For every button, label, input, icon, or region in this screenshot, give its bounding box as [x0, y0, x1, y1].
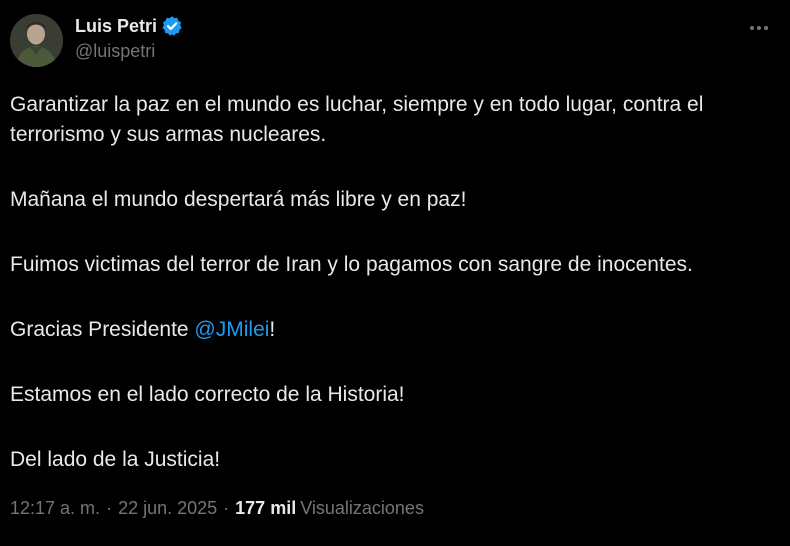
meta-separator: ·	[223, 498, 230, 518]
tweet-card: Luis Petri @luispetri Garantizar la paz …	[0, 0, 790, 546]
author-handle[interactable]: @luispetri	[75, 41, 155, 62]
author-name-row: Luis Petri	[75, 14, 183, 38]
tweet-paragraph: Mañana el mundo despertará más libre y e…	[10, 188, 467, 211]
verified-badge-icon	[161, 15, 183, 37]
tweet-paragraph: Del lado de la Justicia!	[10, 448, 221, 471]
tweet-time[interactable]: 12:17 a. m.	[10, 498, 100, 519]
thanks-suffix: !	[269, 318, 276, 341]
tweet-paragraph-thanks: Gracias Presidente @JMilei!	[10, 315, 780, 345]
avatar-image	[10, 14, 63, 67]
views-count: 177 mil	[235, 498, 297, 518]
tweet-paragraph: Fuimos victimas del terror de Iran y lo …	[10, 253, 693, 276]
mention-link[interactable]: @JMilei	[194, 318, 269, 341]
more-options-icon[interactable]	[744, 16, 774, 40]
views-label: Visualizaciones	[300, 498, 424, 518]
tweet-date[interactable]: 22 jun. 2025	[118, 498, 217, 519]
tweet-text: Garantizar la paz en el mundo es luchar,…	[10, 90, 780, 510]
tweet-meta: 12:17 a. m. · 22 jun. 2025 · 177 mil Vis…	[10, 498, 424, 519]
tweet-paragraph: Estamos en el lado correcto de la Histor…	[10, 383, 405, 406]
author-display-name[interactable]: Luis Petri	[75, 16, 157, 37]
meta-separator: ·	[106, 498, 113, 518]
avatar[interactable]	[10, 14, 63, 67]
thanks-prefix: Gracias Presidente	[10, 318, 195, 341]
tweet-paragraph: Garantizar la paz en el mundo es luchar,…	[10, 93, 704, 146]
